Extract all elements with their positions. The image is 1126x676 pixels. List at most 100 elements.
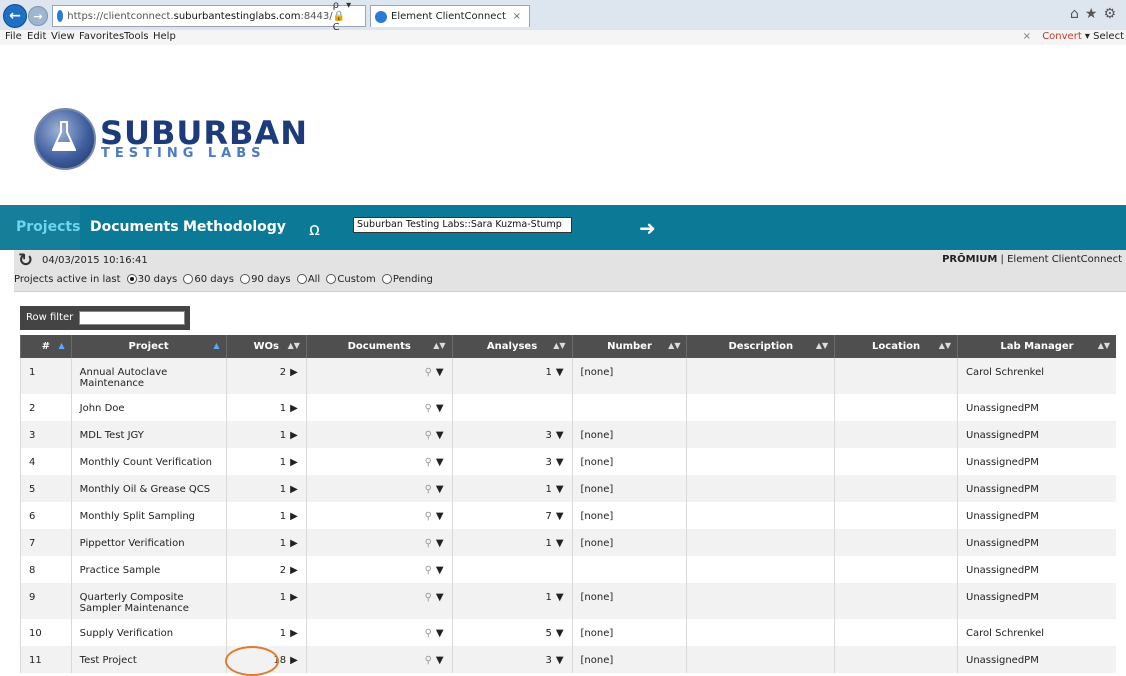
back-button[interactable]: ← [3, 4, 27, 28]
documents-cell[interactable]: ⚲ ▼ [305, 502, 453, 529]
col-project[interactable]: Project ▲ [70, 335, 226, 358]
project-name[interactable]: Test Project [70, 646, 226, 673]
radio-60-days[interactable] [183, 274, 194, 284]
project-name[interactable]: Monthly Oil & Grease QCS [70, 475, 226, 502]
documents-cell[interactable]: ⚲ ▼ [305, 448, 453, 475]
sort-icon[interactable]: ▲▼ [816, 341, 828, 350]
analyses-cell[interactable]: 3 ▼ [451, 448, 573, 475]
magnifier-icon[interactable]: ⚲ [425, 367, 432, 378]
row-filter-input[interactable] [79, 311, 185, 325]
sort-icon[interactable]: ▲▼ [288, 341, 300, 350]
magnifier-icon[interactable]: ⚲ [425, 484, 432, 495]
convert-button[interactable]: Convert [1042, 31, 1082, 42]
analyses-cell[interactable] [451, 394, 573, 421]
table-row[interactable]: 6 Monthly Split Sampling 1 ▶ ⚲ ▼ 7 ▼ [none] Unass… [20, 502, 1116, 529]
nav-methodology[interactable]: Methodology [183, 219, 286, 235]
forward-button[interactable]: → [28, 6, 48, 26]
documents-cell[interactable]: ⚲ ▼ [305, 619, 453, 646]
expand-arrow-icon[interactable]: ▶ [290, 628, 298, 639]
radio-pending[interactable] [381, 274, 392, 284]
dropdown-icon[interactable]: ▼ [436, 538, 444, 549]
expand-arrow-icon[interactable]: ▶ [290, 367, 298, 378]
address-controls-icon[interactable]: ρ ▾ 🔒 C [333, 0, 365, 33]
dropdown-icon[interactable]: ▼ [556, 484, 564, 495]
address-bar[interactable]: https://clientconnect.suburbantestinglab… [52, 0, 366, 33]
documents-cell[interactable]: ⚲ ▼ [305, 358, 453, 394]
dropdown-icon[interactable]: ▼ [556, 367, 564, 378]
users-icon[interactable]: ꭥ [309, 217, 320, 241]
analyses-cell[interactable]: 1 ▼ [451, 475, 573, 502]
col-location[interactable]: Location ▲▼ [834, 335, 958, 358]
dropdown-icon[interactable]: ▼ [436, 484, 444, 495]
menu-favorites[interactable]: Favorites [79, 31, 124, 42]
wos-cell[interactable]: 1 ▶ [225, 583, 307, 619]
analyses-cell[interactable]: 3 ▼ [451, 646, 573, 673]
dropdown-icon[interactable]: ▼ [436, 511, 444, 522]
menu-edit[interactable]: Edit [27, 31, 46, 42]
magnifier-icon[interactable]: ⚲ [425, 430, 432, 441]
wos-cell[interactable]: 1 ▶ [225, 394, 307, 421]
project-name[interactable]: Practice Sample [70, 556, 226, 583]
sort-icon[interactable]: ▲▼ [668, 341, 680, 350]
wos-cell[interactable]: 1 ▶ [225, 502, 307, 529]
project-name[interactable]: Quarterly Composite Sampler Maintenance [70, 583, 226, 619]
dropdown-icon[interactable]: ▼ [436, 430, 444, 441]
table-row[interactable]: 1 Annual Autoclave Maintenance 2 ▶ ⚲ ▼ 1 ▼ [none… [20, 358, 1116, 394]
magnifier-icon[interactable]: ⚲ [425, 592, 432, 603]
table-row[interactable]: 10 Supply Verification 1 ▶ ⚲ ▼ 5 ▼ [none] Carol S… [20, 619, 1116, 646]
table-row[interactable]: 2 John Doe 1 ▶ ⚲ ▼ UnassignedPM [20, 394, 1116, 421]
expand-arrow-icon[interactable]: ▶ [290, 403, 298, 414]
analyses-cell[interactable]: 1 ▼ [451, 529, 573, 556]
logout-icon[interactable]: ➜ [639, 216, 656, 240]
project-name[interactable]: Monthly Count Verification [70, 448, 226, 475]
analyses-cell[interactable]: 3 ▼ [451, 421, 573, 448]
dropdown-icon[interactable]: ▼ [436, 628, 444, 639]
sort-asc-icon[interactable]: ▲ [213, 341, 219, 350]
project-name[interactable]: MDL Test JGY [70, 421, 226, 448]
expand-arrow-icon[interactable]: ▶ [290, 538, 298, 549]
table-row[interactable]: 4 Monthly Count Verification 1 ▶ ⚲ ▼ 3 ▼ [none] U… [20, 448, 1116, 475]
table-row[interactable]: 11 Test Project 18 ▶ ⚲ ▼ 3 ▼ [none] UnassignedPM [20, 646, 1116, 676]
table-row[interactable]: 7 Pippettor Verification 1 ▶ ⚲ ▼ 1 ▼ [none] Unass… [20, 529, 1116, 556]
expand-arrow-icon[interactable]: ▶ [290, 592, 298, 603]
table-row[interactable]: 8 Practice Sample 2 ▶ ⚲ ▼ UnassignedPM [20, 556, 1116, 583]
expand-arrow-icon[interactable]: ▶ [290, 565, 298, 576]
sort-icon[interactable]: ▲▼ [939, 341, 951, 350]
expand-arrow-icon[interactable]: ▶ [290, 484, 298, 495]
magnifier-icon[interactable]: ⚲ [425, 628, 432, 639]
browser-tab[interactable]: Element ClientConnect × [370, 5, 530, 27]
dropdown-icon[interactable]: ▼ [556, 628, 564, 639]
nav-documents[interactable]: Documents [90, 219, 179, 235]
col-number-id[interactable]: Number ▲▼ [571, 335, 687, 358]
wos-cell[interactable]: 1 ▶ [225, 421, 307, 448]
documents-cell[interactable]: ⚲ ▼ [305, 646, 453, 673]
select-button[interactable]: Select [1093, 31, 1124, 42]
analyses-cell[interactable]: 7 ▼ [451, 502, 573, 529]
col-number[interactable]: # ▲ [20, 335, 72, 358]
home-star-gear-icon[interactable]: ⌂★⚙ [1070, 6, 1122, 22]
menu-file[interactable]: File [5, 31, 22, 42]
sort-asc-icon[interactable]: ▲ [59, 341, 65, 350]
documents-cell[interactable]: ⚲ ▼ [305, 583, 453, 619]
expand-arrow-icon[interactable]: ▶ [290, 457, 298, 468]
expand-arrow-icon[interactable]: ▶ [290, 511, 298, 522]
current-user-label[interactable]: Suburban Testing Labs::Sara Kuzma-Stump [353, 217, 572, 233]
radio-90-days[interactable] [240, 274, 251, 284]
sort-icon[interactable]: ▲▼ [1098, 341, 1110, 350]
magnifier-icon[interactable]: ⚲ [425, 655, 432, 666]
analyses-cell[interactable]: 1 ▼ [451, 583, 573, 619]
sort-icon[interactable]: ▲▼ [433, 341, 445, 350]
dropdown-icon[interactable]: ▼ [556, 538, 564, 549]
dropdown-icon[interactable]: ▼ [556, 430, 564, 441]
dropdown-icon[interactable]: ▼ [556, 457, 564, 468]
col-documents[interactable]: Documents ▲▼ [305, 335, 453, 358]
project-name[interactable]: Supply Verification [70, 619, 226, 646]
menu-help[interactable]: Help [153, 31, 176, 42]
wos-cell[interactable]: 1 ▶ [225, 619, 307, 646]
documents-cell[interactable]: ⚲ ▼ [305, 529, 453, 556]
dropdown-icon[interactable]: ▼ [556, 655, 564, 666]
dropdown-icon[interactable]: ▼ [436, 457, 444, 468]
documents-cell[interactable]: ⚲ ▼ [305, 394, 453, 421]
radio-custom[interactable] [326, 274, 337, 284]
wos-cell[interactable]: 1 ▶ [225, 529, 307, 556]
